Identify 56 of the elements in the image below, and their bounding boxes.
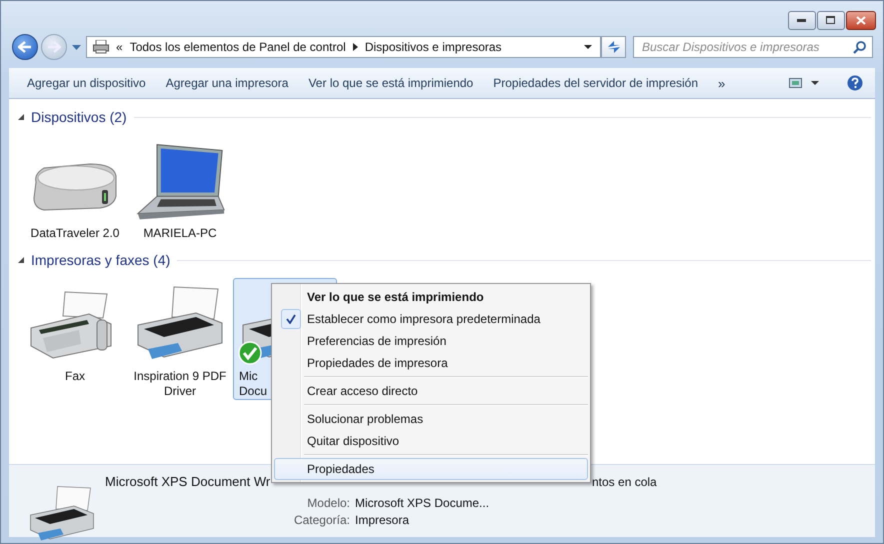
property-label: Categoría:: [292, 513, 350, 527]
menu-item[interactable]: Ver lo que se está imprimiendo: [274, 286, 588, 308]
maximize-icon: [826, 16, 836, 25]
collapse-triangle-icon[interactable]: [18, 114, 24, 120]
overflow-marker[interactable]: «: [116, 40, 123, 54]
property-value: Impresora: [355, 513, 410, 527]
device-tile[interactable]: MARIELA-PC: [128, 135, 232, 245]
check-badge-icon: [238, 341, 262, 365]
search-field[interactable]: Buscar Dispositivos e impresoras: [633, 36, 873, 58]
device-label: Inspiration 9 PDF Driver: [132, 369, 228, 399]
history-dropdown-icon[interactable]: [72, 44, 81, 50]
group-title[interactable]: Dispositivos (2): [31, 109, 127, 125]
minimize-icon: [797, 18, 807, 22]
device-label: DataTraveler 2.0: [30, 226, 120, 241]
device-label: Mic Docu: [238, 369, 267, 399]
printer-icon: [93, 40, 109, 54]
right-arrow-icon: [47, 41, 61, 53]
toolbar-button[interactable]: Propiedades del servidor de impresión: [483, 72, 708, 94]
breadcrumb[interactable]: Todos los elementos de Panel de control: [130, 40, 346, 54]
back-button[interactable]: [12, 34, 38, 60]
collapse-triangle-icon[interactable]: [18, 257, 24, 263]
breadcrumb[interactable]: Dispositivos e impresoras: [364, 40, 502, 54]
search-icon: [853, 40, 866, 54]
property-label: Modelo:: [306, 496, 350, 510]
menu-item[interactable]: Quitar dispositivo: [274, 430, 588, 452]
left-arrow-icon: [18, 41, 32, 53]
menu-item[interactable]: Propiedades de impresora: [274, 352, 588, 374]
laptop-icon: [134, 142, 226, 222]
toolbar-button[interactable]: Agregar un dispositivo: [17, 72, 156, 94]
device-tile[interactable]: DataTraveler 2.0: [23, 135, 127, 245]
menu-item[interactable]: Solucionar problemas: [274, 402, 588, 430]
separator-arrow-icon[interactable]: [352, 43, 358, 51]
menu-item[interactable]: Preferencias de impresión: [274, 330, 588, 352]
group-title[interactable]: Impresoras y faxes (4): [31, 252, 170, 268]
help-icon[interactable]: [847, 75, 863, 91]
menu-item[interactable]: Crear acceso directo: [274, 374, 588, 402]
device-tile[interactable]: Fax: [23, 278, 127, 400]
close-icon: [856, 16, 866, 25]
more-button[interactable]: »: [708, 72, 736, 94]
toolbar-button[interactable]: Ver lo que se está imprimiendo: [298, 72, 484, 94]
device-name: Microsoft XPS Document Wr: [105, 474, 270, 489]
address-bar[interactable]: « Todos los elementos de Panel de control Dispositivos e impresoras: [86, 36, 601, 58]
minimize-button[interactable]: [788, 11, 816, 30]
refresh-icon: [606, 40, 622, 54]
property-value: Microsoft XPS Docume...: [355, 496, 490, 510]
view-options-icon[interactable]: [789, 78, 819, 88]
toolbar-button[interactable]: Agregar una impresora: [156, 72, 298, 94]
device-label: Fax: [64, 369, 86, 384]
close-button[interactable]: [846, 11, 876, 30]
menu-item[interactable]: Establecer como impresora predeterminada: [274, 308, 588, 330]
maximize-button[interactable]: [817, 11, 845, 30]
device-tile[interactable]: Inspiration 9 PDF Driver: [128, 278, 232, 400]
status-text: ntos en cola: [592, 474, 657, 489]
dropdown-arrow-icon[interactable]: [584, 45, 592, 49]
device-label: MARIELA-PC: [142, 226, 218, 241]
refresh-button[interactable]: [601, 36, 626, 58]
